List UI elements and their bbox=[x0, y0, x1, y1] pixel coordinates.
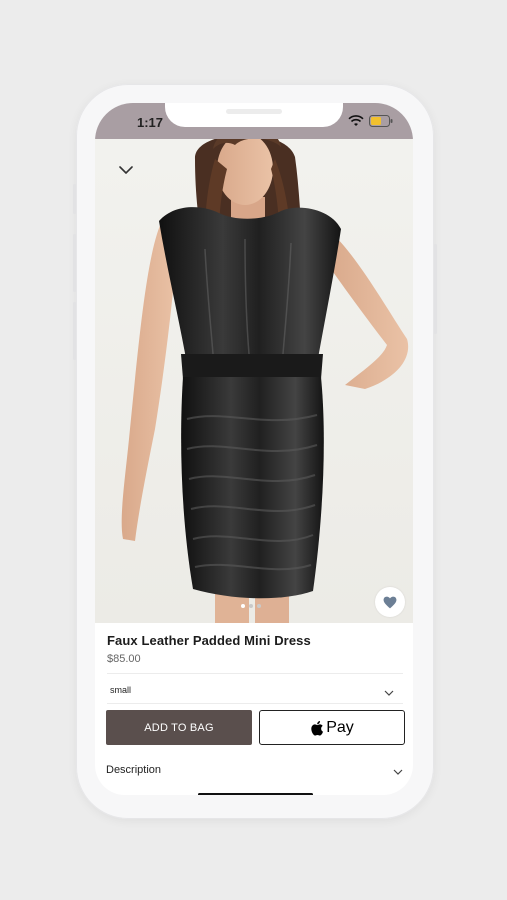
wifi-icon bbox=[348, 115, 364, 126]
size-select-value: small bbox=[110, 685, 132, 695]
carousel-dot[interactable] bbox=[249, 604, 253, 608]
divider bbox=[107, 673, 403, 674]
volume-down-button bbox=[73, 302, 76, 360]
speaker-grille bbox=[226, 109, 282, 114]
description-toggle[interactable]: Description bbox=[106, 761, 404, 781]
product-photo-illustration bbox=[121, 139, 409, 623]
volume-up-button bbox=[73, 234, 76, 292]
power-button bbox=[434, 244, 437, 334]
mute-switch bbox=[73, 184, 76, 214]
product-title: Faux Leather Padded Mini Dress bbox=[107, 633, 311, 648]
heart-icon bbox=[383, 596, 397, 608]
apple-pay-button[interactable]: Pay bbox=[259, 710, 405, 745]
status-bar: 1:17 bbox=[95, 103, 413, 139]
carousel-indicator bbox=[241, 604, 261, 608]
size-select[interactable]: small bbox=[107, 681, 403, 703]
favorite-button[interactable] bbox=[375, 587, 405, 617]
product-price: $85.00 bbox=[107, 653, 141, 665]
collapse-chevron-icon[interactable] bbox=[117, 161, 135, 179]
home-indicator[interactable] bbox=[198, 793, 313, 795]
apple-pay-label: Pay bbox=[326, 718, 354, 736]
apple-icon bbox=[311, 720, 324, 736]
divider bbox=[107, 703, 403, 704]
device-notch bbox=[165, 103, 343, 127]
add-to-bag-button[interactable]: ADD TO BAG bbox=[106, 710, 252, 745]
description-label: Description bbox=[106, 764, 162, 776]
chevron-down-icon bbox=[383, 685, 395, 703]
carousel-dot[interactable] bbox=[257, 604, 261, 608]
chevron-down-icon bbox=[392, 764, 404, 782]
status-icons bbox=[348, 115, 393, 127]
product-image[interactable] bbox=[95, 139, 413, 623]
status-time: 1:17 bbox=[137, 115, 164, 130]
carousel-dot[interactable] bbox=[241, 604, 245, 608]
battery-icon bbox=[369, 115, 393, 127]
app-screen: 1:17 Faux Leather Padded Mini Dress $85.… bbox=[95, 103, 413, 795]
